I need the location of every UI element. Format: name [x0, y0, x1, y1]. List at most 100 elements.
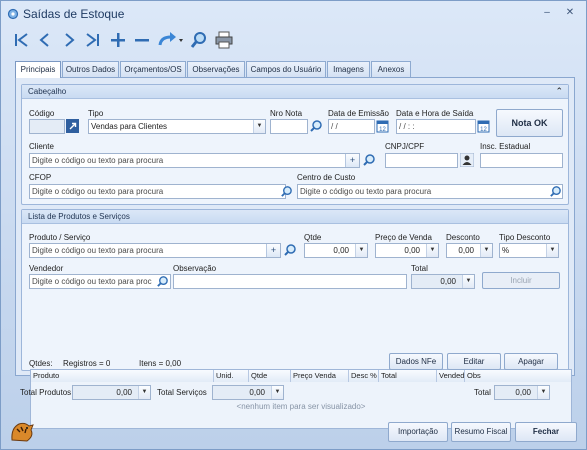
column-header[interactable]: Produto	[31, 370, 214, 382]
registros-count: Registros = 0	[63, 359, 111, 368]
plus-icon[interactable]: +	[345, 154, 359, 167]
nota-ok-button[interactable]: Nota OK	[496, 109, 563, 137]
observacao-input[interactable]	[173, 274, 407, 289]
vendedor-label: Vendedor	[29, 264, 64, 273]
chevron-down-icon[interactable]: ▼	[253, 120, 265, 133]
chevron-down-icon[interactable]: ▼	[537, 386, 549, 399]
search-icon[interactable]	[156, 275, 169, 288]
codigo-label: Código	[29, 109, 55, 118]
importacao-button[interactable]: Importação	[388, 422, 448, 442]
dados-nfe-button[interactable]: Dados NFe	[389, 353, 443, 370]
last-record-icon[interactable]	[83, 30, 103, 50]
tab-orcamentos[interactable]: Orçamentos/OS	[120, 61, 186, 77]
chevron-down-icon[interactable]: ▼	[355, 244, 367, 257]
user-lookup-icon[interactable]	[460, 153, 474, 167]
qtdes-label: Qtdes:	[29, 359, 53, 368]
codigo-field[interactable]	[29, 119, 65, 134]
redo-icon[interactable]	[157, 30, 185, 50]
open-link-icon[interactable]	[66, 119, 79, 133]
tab-campos-usuario[interactable]: Campos do Usuário	[246, 61, 326, 77]
cnpj-label: CNPJ/CPF	[385, 142, 425, 151]
close-button[interactable]: ✕	[563, 7, 577, 19]
chevron-down-icon[interactable]: ▼	[546, 244, 558, 257]
calendar-icon[interactable]: 12	[376, 119, 389, 133]
collapse-icon[interactable]: ⌃	[555, 86, 563, 97]
incluir-button[interactable]: Incluir	[482, 272, 560, 289]
column-header[interactable]: Preço Venda	[291, 370, 349, 382]
data-emissao-label: Data de Emissão	[328, 109, 389, 118]
cnpj-input[interactable]	[385, 153, 458, 168]
qtde-label: Qtde	[304, 233, 322, 242]
cfop-label: CFOP	[29, 173, 52, 182]
centro-custo-input[interactable]: Digite o código ou texto para procura	[297, 184, 563, 199]
chevron-down-icon[interactable]: ▼	[271, 386, 283, 399]
data-emissao-input[interactable]: / /	[328, 119, 375, 134]
editar-button[interactable]: Editar	[447, 353, 501, 370]
fechar-button[interactable]: Fechar	[515, 422, 577, 442]
column-header[interactable]: Total	[379, 370, 437, 382]
column-header[interactable]: Qtde	[249, 370, 291, 382]
column-header[interactable]: Unid.	[214, 370, 249, 382]
produto-input[interactable]: Digite o código ou texto para procura +	[29, 243, 281, 258]
tab-observacoes[interactable]: Observações	[187, 61, 245, 77]
tipo-select[interactable]: Vendas para Clientes ▼	[88, 119, 266, 134]
tipo-desconto-value: %	[502, 246, 510, 255]
plus-icon[interactable]: +	[266, 244, 280, 257]
tab-principais[interactable]: Principais	[15, 61, 61, 78]
column-header[interactable]: Obs	[465, 370, 571, 382]
insc-estadual-label: Insc. Estadual	[480, 142, 531, 151]
lista-produtos-group: Lista de Produtos e Serviços Produto / S…	[21, 209, 569, 371]
cliente-input[interactable]: Digite o código ou texto para procura +	[29, 153, 360, 168]
cfop-input[interactable]: Digite o código ou texto para procura	[29, 184, 286, 199]
tab-imagens[interactable]: Imagens	[327, 61, 370, 77]
tipo-desconto-select[interactable]: % ▼	[499, 243, 559, 258]
total-servicos-field: 0,00 ▼	[212, 385, 284, 400]
apagar-button[interactable]: Apagar	[504, 353, 558, 370]
cfop-placeholder: Digite o código ou texto para procura	[32, 187, 164, 196]
search-icon[interactable]	[362, 153, 376, 167]
add-icon[interactable]	[108, 30, 128, 50]
vendedor-input[interactable]: Digite o código ou texto para proc	[29, 274, 171, 289]
tipo-label: Tipo	[88, 109, 104, 118]
cliente-label: Cliente	[29, 142, 54, 151]
tab-panel-principais: Cabeçalho ⌃ Código Tipo Vendas para Clie…	[15, 77, 575, 429]
minimize-button[interactable]: –	[540, 7, 554, 19]
nro-nota-input[interactable]	[270, 119, 308, 134]
chevron-down-icon[interactable]: ▼	[426, 244, 438, 257]
centro-custo-placeholder: Digite o código ou texto para procura	[300, 187, 432, 196]
chevron-down-icon[interactable]: ▼	[480, 244, 492, 257]
total-value: 0,00	[515, 388, 531, 397]
previous-record-icon[interactable]	[35, 30, 55, 50]
search-icon[interactable]	[549, 185, 562, 198]
search-icon[interactable]	[189, 30, 209, 50]
total-label: Total	[474, 388, 491, 397]
total-item-label: Total	[411, 264, 428, 273]
tab-outros-dados[interactable]: Outros Dados	[62, 61, 119, 77]
remove-icon[interactable]	[132, 30, 152, 50]
tab-anexos[interactable]: Anexos	[371, 61, 411, 77]
chevron-down-icon[interactable]: ▼	[462, 275, 474, 288]
total-item-value: 0,00	[440, 277, 456, 286]
qtde-input[interactable]: 0,00 ▼	[304, 243, 368, 258]
preco-venda-input[interactable]: 0,00 ▼	[375, 243, 439, 258]
first-record-icon[interactable]	[11, 30, 31, 50]
search-icon[interactable]	[283, 243, 297, 257]
cabecalho-header: Cabeçalho	[22, 85, 568, 99]
data-saida-input[interactable]: / / : :	[396, 119, 476, 134]
search-icon[interactable]	[309, 119, 323, 133]
print-icon[interactable]	[214, 30, 234, 50]
resumo-fiscal-button[interactable]: Resumo Fiscal	[451, 422, 511, 442]
app-gear-icon	[7, 8, 19, 20]
search-icon[interactable]	[280, 185, 293, 198]
column-header[interactable]: Vended	[437, 370, 465, 382]
desconto-input[interactable]: 0,00 ▼	[446, 243, 493, 258]
next-record-icon[interactable]	[59, 30, 79, 50]
column-header[interactable]: Desc %	[349, 370, 379, 382]
preco-venda-label: Preço de Venda	[375, 233, 432, 242]
chevron-down-icon[interactable]: ▼	[138, 386, 150, 399]
nro-nota-label: Nro Nota	[270, 109, 303, 118]
insc-estadual-input[interactable]	[480, 153, 563, 168]
total-produtos-label: Total Produtos	[20, 388, 72, 397]
calendar-icon[interactable]: 12	[477, 119, 490, 133]
qtde-value: 0,00	[333, 246, 349, 255]
